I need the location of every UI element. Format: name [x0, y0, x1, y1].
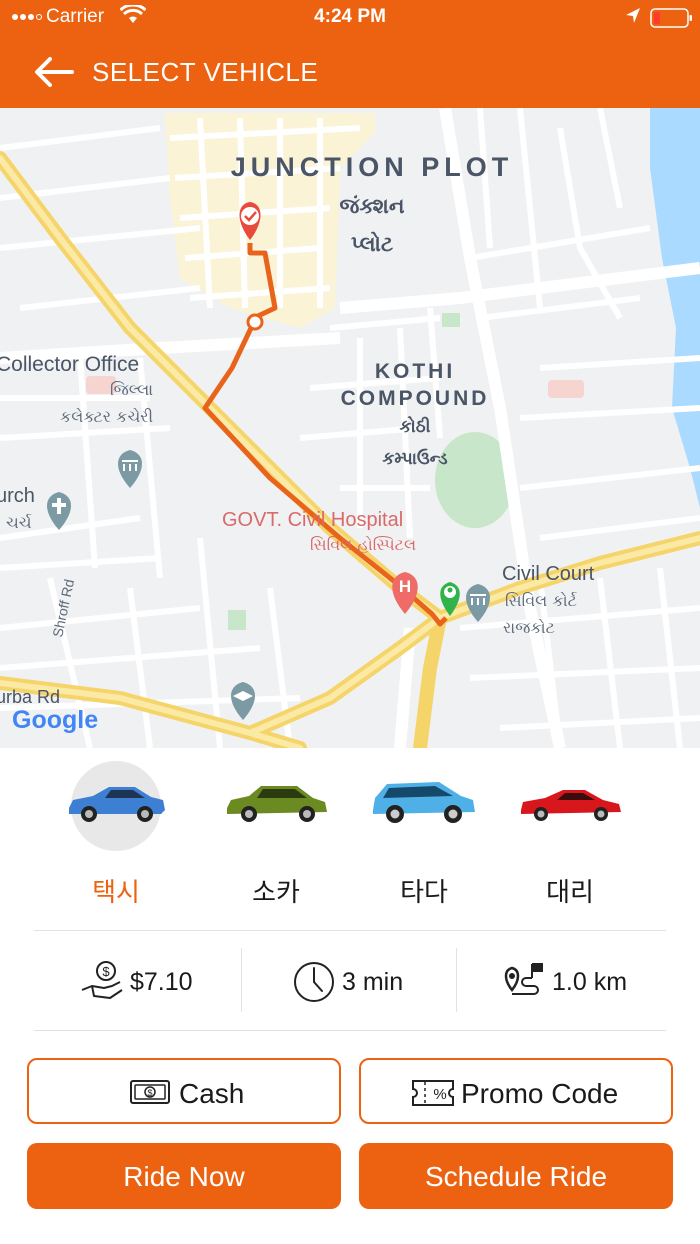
map-label-junction-plot-gu: જંક્શન [340, 194, 405, 218]
route-map[interactable]: H JUNCTION PLOT જંક્શન પ્લોટ Collector O… [0, 108, 700, 748]
status-bar: Carrier 4:24 PM [0, 0, 700, 34]
park-shape [442, 313, 460, 327]
map-label-civil-court-gu: સિવિલ કોર્ટ [505, 591, 577, 610]
duration-info: 3 min [244, 932, 454, 1030]
car-blue-sedan-icon [69, 787, 165, 822]
map-label-compound: COMPOUND [341, 387, 490, 410]
vehicle-label: 타다 [400, 878, 448, 908]
trip-info: $ $7.10 3 min 1.0 km [34, 932, 666, 1030]
route-waypoint [246, 313, 264, 331]
duration-value: 3 min [342, 968, 404, 996]
svg-text:$: $ [102, 964, 110, 979]
divider [456, 948, 457, 1012]
vehicle-label: 택시 [92, 878, 140, 908]
google-logo: Google [12, 706, 98, 734]
map-label-rajkot-gu: રાજકોટ [503, 618, 555, 637]
map-label-collector-office-gu: જિલ્લા [110, 380, 153, 399]
cash-label: Cash [179, 1078, 245, 1109]
river-shape [650, 108, 700, 508]
government-pin-icon [118, 450, 142, 488]
map-label-hospital: GOVT. Civil Hospital [222, 509, 403, 531]
svg-text:$: $ [147, 1088, 152, 1098]
divider [34, 930, 666, 931]
cash-button[interactable]: $ Cash [27, 1058, 341, 1124]
map-label-collector-office-gu: કલેક્ટર કચેરી [60, 407, 153, 426]
battery-icon [650, 8, 692, 28]
schedule-ride-label: Schedule Ride [424, 1161, 608, 1192]
promo-code-label: Promo Code [461, 1078, 619, 1109]
divider [34, 1030, 666, 1031]
hospital-pin-icon: H [392, 572, 418, 614]
fare-value: $7.10 [130, 968, 193, 996]
map-label-kothi: KOTHI [375, 360, 455, 383]
arrow-left-icon[interactable] [30, 54, 78, 90]
vehicle-option-socar[interactable]: 소카 [211, 756, 341, 916]
vehicle-option-daeri[interactable]: 대리 [505, 756, 635, 916]
school-pin-icon [231, 682, 255, 720]
divider [241, 948, 242, 1012]
map-label-collector-office: Collector Office [0, 353, 139, 376]
distance-info: 1.0 km [460, 932, 670, 1030]
fare-info: $ $7.10 [34, 932, 244, 1030]
court-pin-icon [466, 584, 490, 622]
header-row: SELECT VEHICLE [0, 44, 700, 104]
route-distance-icon [504, 963, 543, 995]
vehicle-selector: 택시 소카 타다 대리 [0, 756, 700, 926]
hand-money-icon: $ [81, 961, 123, 999]
ride-now-label: Ride Now [123, 1161, 245, 1192]
map-label-compound-gu: કમ્પાઉન્ડ [382, 448, 447, 469]
clock-icon [294, 962, 334, 1002]
svg-text:%: % [433, 1086, 446, 1103]
vehicle-option-taxi[interactable]: 택시 [51, 756, 181, 916]
map-label-church: urch [0, 485, 35, 507]
map-label-kothi-gu: કોઠી [399, 415, 430, 437]
car-red-coupe-icon [521, 790, 621, 821]
church-pin-icon [47, 492, 71, 530]
ride-now-button[interactable]: Ride Now [27, 1143, 341, 1209]
map-label-junction-plot: JUNCTION PLOT [231, 152, 514, 182]
map-label-junction-plot-gu: પ્લોટ [351, 231, 393, 256]
park-shape [228, 610, 246, 630]
car-lightblue-hatchback-icon [373, 782, 475, 823]
status-time: 4:24 PM [314, 6, 386, 27]
svg-text:H: H [399, 577, 411, 596]
map-label-church-gu: ચર્ચ [6, 513, 32, 532]
distance-value: 1.0 km [552, 968, 628, 996]
location-arrow-icon [626, 8, 640, 23]
page-title: SELECT VEHICLE [92, 57, 319, 87]
map-label-civil-court: Civil Court [502, 563, 595, 585]
app-header: Carrier 4:24 PM SELECT VEHICLE [0, 0, 700, 108]
schedule-ride-button[interactable]: Schedule Ride [359, 1143, 673, 1209]
cash-icon: $ [130, 1080, 170, 1104]
map-label-kasturba-rd: urba Rd [0, 687, 60, 707]
map-label-hospital-gu: સિવિલ હોસ્પિટલ [310, 535, 416, 554]
map-canvas: H JUNCTION PLOT જંક્શન પ્લોટ Collector O… [0, 108, 700, 748]
building-shape [548, 380, 584, 398]
vehicle-label: 대리 [546, 878, 594, 908]
car-green-hatchback-icon [227, 786, 327, 822]
coupon-icon: % [412, 1080, 454, 1106]
vehicle-option-tada[interactable]: 타다 [359, 756, 489, 916]
vehicle-label: 소카 [252, 878, 300, 908]
promo-code-button[interactable]: % Promo Code [359, 1058, 673, 1124]
